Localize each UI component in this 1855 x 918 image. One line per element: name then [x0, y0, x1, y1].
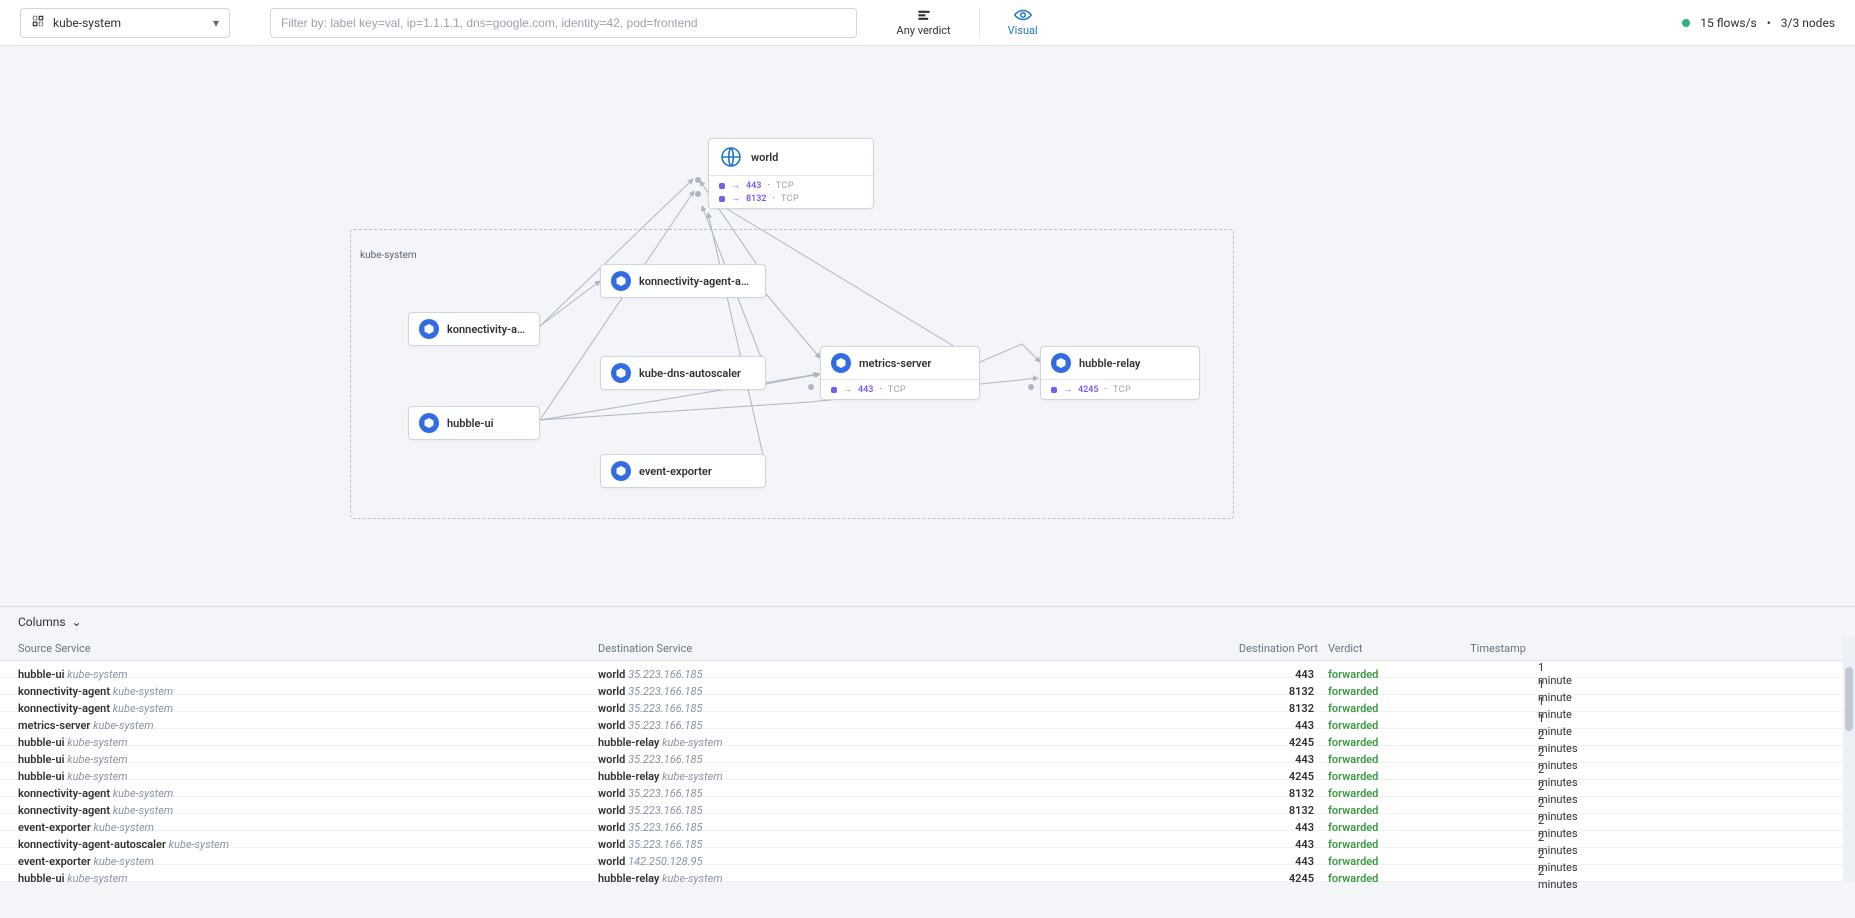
node-label: hubble-relay	[1079, 357, 1140, 370]
chevron-down-icon: ⌄	[72, 615, 82, 629]
columns-toggle[interactable]: Columns ⌄	[0, 607, 1855, 637]
port-row: →8132·TCP	[719, 193, 863, 204]
columns-label: Columns	[18, 615, 66, 629]
namespace-selector[interactable]: kube-system ▾	[20, 8, 230, 38]
chevron-down-icon: ▾	[213, 16, 219, 30]
view-controls: Any verdict Visual	[897, 8, 1038, 38]
table-row[interactable]: konnectivity-agent kube-systemworld 35.2…	[0, 695, 1855, 712]
k8s-icon	[419, 413, 439, 433]
flows-header: Source Service Destination Service Desti…	[0, 637, 1855, 661]
table-row[interactable]: metrics-server kube-systemworld 35.223.1…	[0, 712, 1855, 729]
divider	[979, 8, 980, 38]
any-verdict-toggle[interactable]: Any verdict	[897, 8, 951, 37]
k8s-icon	[419, 319, 439, 339]
node-label: world	[751, 151, 778, 164]
visual-label: Visual	[1008, 24, 1038, 37]
visual-toggle[interactable]: Visual	[1008, 8, 1038, 37]
table-row[interactable]: konnectivity-agent kube-systemworld 35.2…	[0, 678, 1855, 695]
edge-endpoint	[1028, 384, 1034, 390]
node-kube-dns-autoscaler[interactable]: kube-dns-autoscaler	[600, 356, 766, 390]
eye-icon	[1014, 8, 1032, 22]
col-port[interactable]: Destination Port	[1218, 642, 1318, 655]
globe-icon	[719, 145, 743, 169]
scrollbar-thumb[interactable]	[1845, 667, 1853, 731]
node-hubble-relay[interactable]: hubble-relay →4245·TCP	[1040, 346, 1200, 400]
edge-endpoint	[808, 384, 814, 390]
namespace-label: kube-system	[360, 250, 417, 261]
edge-endpoint	[695, 177, 701, 183]
k8s-icon	[611, 363, 631, 383]
node-label: metrics-server	[859, 357, 931, 370]
node-label: event-exporter	[639, 465, 712, 478]
k8s-icon	[611, 271, 631, 291]
col-timestamp[interactable]: Timestamp	[1438, 642, 1558, 655]
node-konnectivity-agent[interactable]: konnectivity-agent	[408, 312, 540, 346]
verdict-icon	[915, 8, 933, 22]
port-row: →4245·TCP	[1051, 384, 1189, 395]
node-event-exporter[interactable]: event-exporter	[600, 454, 766, 488]
node-label: hubble-ui	[447, 417, 493, 430]
port-row: →443·TCP	[831, 384, 969, 395]
flows-scrollbar[interactable]	[1843, 637, 1855, 882]
flows-panel: Columns ⌄ Source Service Destination Ser…	[0, 606, 1855, 882]
k8s-icon	[611, 461, 631, 481]
top-bar: kube-system ▾ Any verdict Visual 15 flow…	[0, 0, 1855, 46]
node-label: konnectivity-agent	[447, 323, 529, 336]
namespace-icon	[31, 14, 45, 31]
edge-endpoint	[695, 191, 701, 197]
node-hubble-ui[interactable]: hubble-ui	[408, 406, 540, 440]
filter-input[interactable]	[270, 8, 857, 38]
namespace-name: kube-system	[53, 16, 121, 30]
graph-canvas[interactable]: kube-system world →443·TCP →8132·TCP kon…	[0, 46, 1855, 606]
status-right: 15 flows/s • 3/3 nodes	[1682, 16, 1835, 30]
separator: •	[1767, 16, 1771, 30]
col-verdict[interactable]: Verdict	[1318, 642, 1438, 655]
node-metrics-server[interactable]: metrics-server →443·TCP	[820, 346, 980, 400]
col-source[interactable]: Source Service	[18, 642, 598, 655]
node-label: kube-dns-autoscaler	[639, 367, 741, 380]
flows-table: Source Service Destination Service Desti…	[0, 637, 1855, 882]
table-row[interactable]: hubble-ui kube-systemworld 35.223.166.18…	[0, 661, 1855, 678]
col-destination[interactable]: Destination Service	[598, 642, 1218, 655]
nodes-status: 3/3 nodes	[1781, 16, 1835, 30]
node-konnectivity-agent-autoscaler[interactable]: konnectivity-agent-autosc...	[600, 264, 766, 298]
any-verdict-label: Any verdict	[897, 24, 951, 37]
port-row: →443·TCP	[719, 180, 863, 191]
k8s-icon	[831, 353, 851, 373]
table-row[interactable]: hubble-ui kube-systemhubble-relay kube-s…	[0, 729, 1855, 746]
node-world[interactable]: world →443·TCP →8132·TCP	[708, 138, 874, 209]
flows-rate: 15 flows/s	[1700, 16, 1756, 30]
status-dot-icon	[1682, 19, 1690, 27]
k8s-icon	[1051, 353, 1071, 373]
node-label: konnectivity-agent-autosc...	[639, 275, 755, 288]
